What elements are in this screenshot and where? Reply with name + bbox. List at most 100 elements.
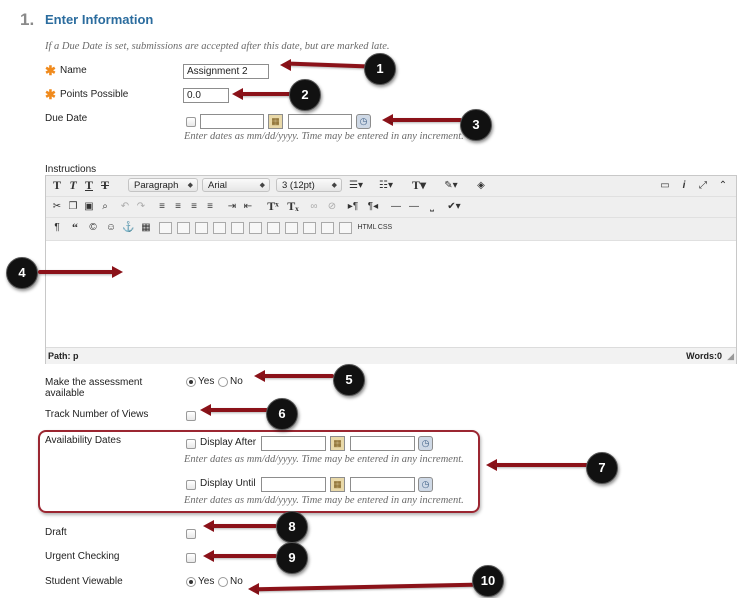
collapse-icon[interactable]: ⌃ xyxy=(716,178,730,193)
copyright-icon[interactable]: © xyxy=(87,220,99,235)
table-cell-icon[interactable] xyxy=(159,222,172,234)
table-icon[interactable]: ▦ xyxy=(139,220,153,235)
display-until-checkbox[interactable] xyxy=(186,480,196,490)
callout-arrow-10-shaft xyxy=(255,582,475,592)
strikethrough-icon[interactable]: T xyxy=(99,178,111,193)
superscript-icon[interactable]: Tˣ xyxy=(266,199,280,214)
outdent-icon[interactable]: ⇤ xyxy=(242,199,254,214)
copy-icon[interactable]: ❐ xyxy=(67,199,79,214)
line-icon[interactable]: — xyxy=(407,199,421,214)
due-date-input[interactable] xyxy=(200,114,264,129)
anchor-icon[interactable]: ⚓ xyxy=(122,220,134,235)
text-color-icon[interactable]: T▾ xyxy=(409,178,429,193)
bold-icon[interactable]: T xyxy=(51,178,63,193)
display-after-date-input[interactable] xyxy=(261,436,326,451)
display-after-time-input[interactable] xyxy=(350,436,415,451)
cut-icon[interactable]: ✂ xyxy=(51,199,63,214)
highlight-icon[interactable]: ✎▾ xyxy=(441,178,461,193)
indent-icon[interactable]: ⇥ xyxy=(226,199,238,214)
calendar-icon[interactable]: ▦ xyxy=(268,114,283,129)
table-cell-icon[interactable] xyxy=(213,222,226,234)
link-icon[interactable]: ∞ xyxy=(308,199,320,214)
align-left-icon[interactable]: ≡ xyxy=(156,199,168,214)
table-cell-icon[interactable] xyxy=(303,222,316,234)
undo-icon[interactable]: ↶ xyxy=(119,199,131,214)
table-cell-icon[interactable] xyxy=(249,222,262,234)
fullscreen-icon[interactable]: ⤢ xyxy=(696,178,710,193)
display-until-time-input[interactable] xyxy=(350,477,415,492)
student-viewable-no-radio[interactable] xyxy=(218,577,228,587)
bullet-list-icon[interactable]: ☰▾ xyxy=(346,178,366,193)
table-cell-icon[interactable] xyxy=(177,222,190,234)
callout-8: 8 xyxy=(276,511,308,543)
clock-icon[interactable]: ◷ xyxy=(356,114,371,129)
calendar-icon[interactable]: ▦ xyxy=(330,477,345,492)
available-yes-radio[interactable] xyxy=(186,377,196,387)
underline-icon[interactable]: T xyxy=(83,178,95,193)
paragraph-icon[interactable]: ¶ xyxy=(51,220,63,235)
subscript-icon[interactable]: Tₓ xyxy=(286,199,300,214)
unlink-icon[interactable]: ⊘ xyxy=(326,199,338,214)
draft-checkbox[interactable] xyxy=(186,529,196,539)
quote-icon[interactable]: “ xyxy=(69,220,81,235)
available-no-label: No xyxy=(230,376,243,387)
callout-4: 4 xyxy=(6,257,38,289)
table-cell-icon[interactable] xyxy=(339,222,352,234)
preview-icon[interactable]: ▭ xyxy=(658,178,672,193)
section-number: 1. xyxy=(20,10,35,29)
html-button[interactable]: HTML xyxy=(357,220,377,235)
font-dropdown[interactable]: Arial ◆ xyxy=(202,178,270,192)
table-cell-icon[interactable] xyxy=(267,222,280,234)
format-dropdown[interactable]: Paragraph ◆ xyxy=(128,178,198,192)
student-viewable-label: Student Viewable xyxy=(45,576,123,587)
clock-icon[interactable]: ◷ xyxy=(418,436,433,451)
find-icon[interactable]: ⌕ xyxy=(99,199,111,214)
due-time-input[interactable] xyxy=(288,114,352,129)
table-cell-icon[interactable] xyxy=(321,222,334,234)
callout-arrow-1-shaft xyxy=(287,61,369,69)
chevron-down-icon: ◆ xyxy=(259,182,265,189)
available-no-radio[interactable] xyxy=(218,377,228,387)
css-button[interactable]: CSS xyxy=(377,220,393,235)
horizontal-rule-icon[interactable]: — xyxy=(389,199,403,214)
draft-label: Draft xyxy=(45,527,67,538)
align-center-icon[interactable]: ≡ xyxy=(172,199,184,214)
urgent-checkbox[interactable] xyxy=(186,553,196,563)
align-right-icon[interactable]: ≡ xyxy=(188,199,200,214)
editor-path: Path: p xyxy=(48,351,79,361)
calendar-icon[interactable]: ▦ xyxy=(330,436,345,451)
resize-handle-icon[interactable]: ◢ xyxy=(727,348,734,364)
table-cell-icon[interactable] xyxy=(231,222,244,234)
instructions-editor[interactable]: T T T T Paragraph ◆ Arial ◆ 3 (12pt) ◆ ☰▾ ☷… xyxy=(45,175,737,364)
justify-icon[interactable]: ≡ xyxy=(204,199,216,214)
size-dropdown[interactable]: 3 (12pt) ◆ xyxy=(276,178,342,192)
clock-icon[interactable]: ◷ xyxy=(418,477,433,492)
italic-icon[interactable]: T xyxy=(67,178,79,193)
redo-icon[interactable]: ↷ xyxy=(135,199,147,214)
due-date-checkbox[interactable] xyxy=(186,117,196,127)
paste-icon[interactable]: ▣ xyxy=(83,199,95,214)
ltr-icon[interactable]: ▸¶ xyxy=(346,199,360,214)
table-cell-icon[interactable] xyxy=(285,222,298,234)
student-viewable-yes-radio[interactable] xyxy=(186,577,196,587)
points-input[interactable]: 0.0 xyxy=(183,88,229,103)
display-after-checkbox[interactable] xyxy=(186,439,196,449)
space-icon[interactable]: ⎵ xyxy=(425,199,439,214)
display-until-date-input[interactable] xyxy=(261,477,326,492)
emoticon-icon[interactable]: ☺ xyxy=(105,220,117,235)
eraser-icon[interactable]: ◈ xyxy=(474,178,488,193)
callout-arrow-8-shaft xyxy=(211,524,277,528)
track-views-checkbox[interactable] xyxy=(186,411,196,421)
rtl-icon[interactable]: ¶◂ xyxy=(366,199,380,214)
callout-arrow-4-shaft xyxy=(38,270,114,274)
editor-toolbar-row-1: T T T T Paragraph ◆ Arial ◆ 3 (12pt) ◆ ☰▾ ☷… xyxy=(46,176,736,197)
callout-1: 1 xyxy=(364,53,396,85)
name-input[interactable]: Assignment 2 xyxy=(183,64,269,79)
callout-arrow-3-shaft xyxy=(390,118,462,122)
table-cell-icon[interactable] xyxy=(195,222,208,234)
available-yes-label: Yes xyxy=(198,376,215,387)
callout-2: 2 xyxy=(289,79,321,111)
spellcheck-icon[interactable]: ✔▾ xyxy=(443,199,465,214)
info-icon[interactable]: i xyxy=(678,178,690,193)
numbered-list-icon[interactable]: ☷▾ xyxy=(376,178,396,193)
